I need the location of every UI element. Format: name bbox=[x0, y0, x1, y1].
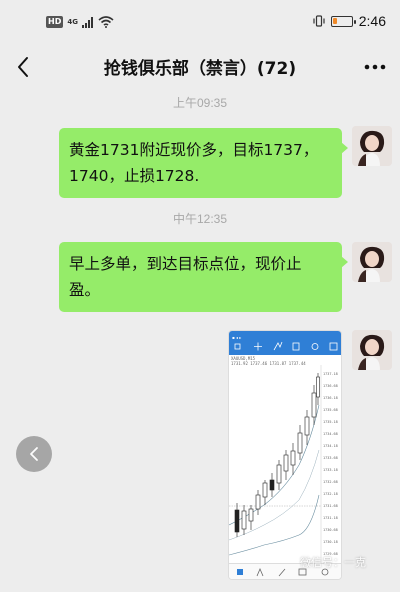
chat-title: 抢钱俱乐部（禁言）(72) bbox=[103, 59, 297, 79]
svg-text:1733.68: 1733.68 bbox=[323, 456, 338, 460]
svg-text:1731.68: 1731.68 bbox=[323, 504, 338, 508]
message-text: 早上多单，到达目标点位，现价止盈。 bbox=[69, 255, 302, 299]
chevron-left-icon bbox=[30, 447, 38, 461]
svg-text:1731.18: 1731.18 bbox=[323, 516, 338, 520]
image-watermark: 微信号：一克 bbox=[300, 556, 366, 569]
avatar-photo bbox=[352, 330, 392, 370]
avatar-photo bbox=[352, 242, 392, 282]
message-list[interactable]: 上午09:35 黄金1731附近现价多，目标1737，1740，止损1728. … bbox=[0, 90, 400, 592]
svg-text:1734.68: 1734.68 bbox=[323, 432, 338, 436]
hd-badge: HD bbox=[46, 16, 64, 28]
clock: 2:46 bbox=[358, 13, 386, 29]
message-timestamp: 中午12:35 bbox=[172, 212, 228, 226]
wifi-icon bbox=[98, 16, 114, 28]
svg-text:1732.68: 1732.68 bbox=[323, 480, 338, 484]
svg-text:1736.68: 1736.68 bbox=[323, 384, 338, 388]
svg-text:1730.18: 1730.18 bbox=[323, 540, 338, 544]
status-left: HD 4G bbox=[46, 16, 114, 28]
svg-text:1737.18: 1737.18 bbox=[323, 372, 338, 376]
chart-toolbar: ▪ ◂ ▸ bbox=[229, 331, 341, 355]
battery-icon bbox=[330, 15, 356, 27]
more-button[interactable] bbox=[360, 52, 390, 82]
message-bubble[interactable]: 早上多单，到达目标点位，现价止盈。 bbox=[59, 242, 348, 312]
battery-level bbox=[332, 17, 337, 24]
svg-text:▪ ◂ ▸: ▪ ◂ ▸ bbox=[232, 335, 241, 340]
svg-text:1732.18: 1732.18 bbox=[323, 492, 338, 496]
vibrate-icon bbox=[313, 15, 325, 27]
back-button[interactable] bbox=[8, 52, 38, 82]
svg-text:1730.68: 1730.68 bbox=[323, 528, 338, 532]
message-timestamp: 上午09:35 bbox=[172, 96, 228, 110]
signal-icon bbox=[81, 16, 93, 28]
message-bubble[interactable]: 黄金1731附近现价多，目标1737，1740，止损1728. bbox=[59, 128, 348, 198]
candlestick-chart: 1737.18 1736.68 1736.18 1735.68 1735.18 173… bbox=[229, 365, 338, 565]
svg-text:1735.18: 1735.18 bbox=[323, 420, 338, 424]
more-dots-icon bbox=[364, 64, 386, 70]
status-bar: HD 4G 2:46 bbox=[0, 0, 400, 44]
image-message[interactable]: ▪ ◂ ▸ XAUUSD,M15 1731.92 1737.46 1731.87… bbox=[228, 330, 342, 580]
network-label: 4G bbox=[67, 18, 78, 26]
svg-text:1733.18: 1733.18 bbox=[323, 468, 338, 472]
floating-back-button[interactable] bbox=[16, 436, 52, 472]
svg-text:1735.68: 1735.68 bbox=[323, 408, 338, 412]
status-right: 2:46 bbox=[313, 13, 386, 29]
chat-header: 抢钱俱乐部（禁言）(72) bbox=[0, 44, 400, 90]
chevron-left-icon bbox=[18, 57, 28, 77]
svg-text:1734.18: 1734.18 bbox=[323, 444, 338, 448]
avatar[interactable] bbox=[352, 242, 392, 282]
avatar-photo bbox=[352, 126, 392, 166]
chart-toolbar-icons: ▪ ◂ ▸ bbox=[232, 335, 338, 351]
message-text: 黄金1731附近现价多，目标1737，1740，止损1728. bbox=[69, 141, 319, 185]
svg-text:1736.18: 1736.18 bbox=[323, 396, 338, 400]
avatar[interactable] bbox=[352, 126, 392, 166]
avatar[interactable] bbox=[352, 330, 392, 370]
